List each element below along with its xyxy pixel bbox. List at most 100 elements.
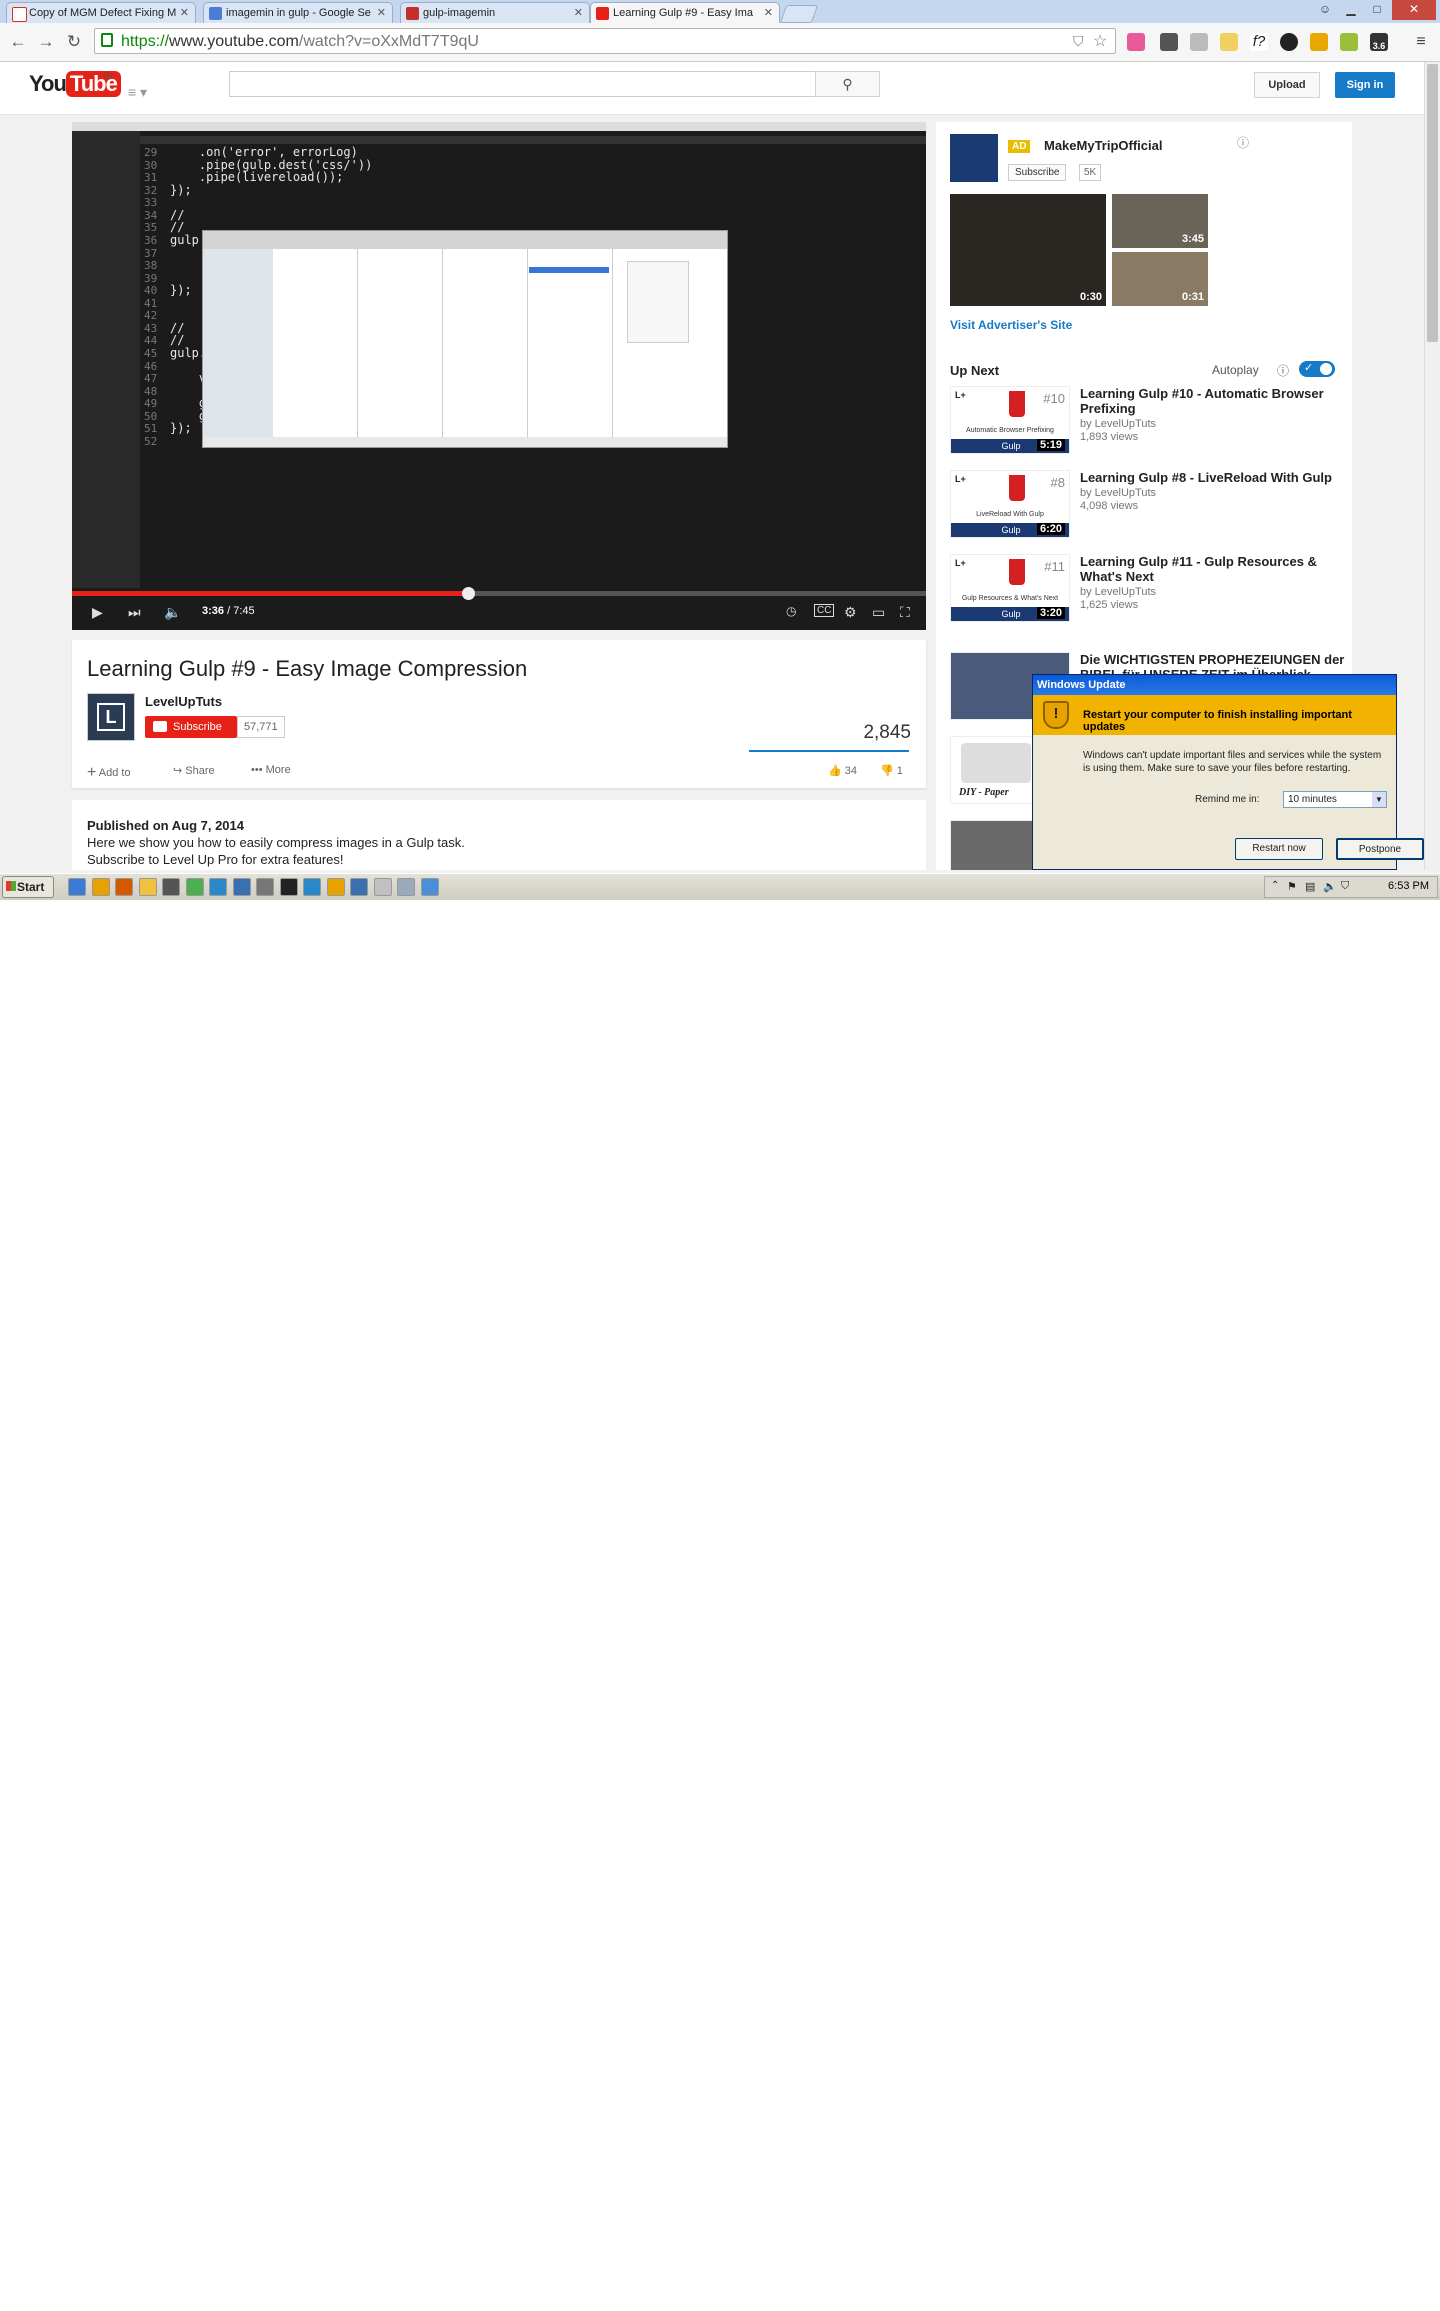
shield-icon[interactable]: ⛉ bbox=[1073, 33, 1084, 50]
dislike-button[interactable]: 👎 1 bbox=[880, 764, 903, 777]
volume-icon[interactable]: 🔈 bbox=[164, 604, 181, 621]
video-player[interactable]: 29 .on('error', errorLog) 30 .pipe(gulp.d… bbox=[72, 122, 926, 630]
taskbar-app-icon[interactable] bbox=[138, 878, 157, 896]
chevron-up-icon[interactable]: ⌃ bbox=[1271, 880, 1279, 891]
extension-icon[interactable] bbox=[1160, 33, 1178, 51]
taskbar-app-icon[interactable] bbox=[185, 878, 204, 896]
remind-interval-select[interactable]: 10 minutes ▼ bbox=[1283, 791, 1387, 808]
badge-icon[interactable]: 3.6 bbox=[1370, 33, 1388, 51]
info-icon[interactable]: ⓘ bbox=[1237, 134, 1249, 151]
channel-avatar[interactable]: L bbox=[87, 693, 135, 741]
taskbar-app-icon[interactable] bbox=[91, 878, 110, 896]
extension-icon[interactable] bbox=[1127, 33, 1145, 51]
taskbar-app-icon[interactable] bbox=[303, 878, 321, 896]
close-icon[interactable]: ✕ bbox=[574, 3, 583, 23]
page-scrollbar[interactable] bbox=[1424, 62, 1440, 870]
back-icon[interactable]: ← bbox=[8, 32, 28, 52]
profile-icon[interactable]: ☺ bbox=[1312, 0, 1338, 20]
flag-icon[interactable]: ⚑ bbox=[1287, 880, 1297, 893]
extension-icon[interactable] bbox=[1190, 33, 1208, 51]
close-icon[interactable]: ✕ bbox=[764, 3, 773, 23]
related-title[interactable]: Learning Gulp #10 - Automatic Browser Pr… bbox=[1080, 386, 1345, 416]
video-frame[interactable]: 29 .on('error', errorLog) 30 .pipe(gulp.d… bbox=[72, 122, 926, 588]
search-button[interactable]: ⚲ bbox=[815, 71, 880, 97]
taskbar-app-icon[interactable] bbox=[162, 878, 180, 896]
taskbar-app-icon[interactable] bbox=[420, 878, 439, 896]
advertiser-name[interactable]: MakeMyTripOfficial bbox=[1044, 138, 1162, 153]
volume-icon[interactable]: 🔈 bbox=[1323, 880, 1337, 893]
channel-name[interactable]: LevelUpTuts bbox=[145, 694, 222, 709]
minimize-button[interactable]: ▁ bbox=[1338, 0, 1364, 20]
reload-icon[interactable]: ↻ bbox=[64, 32, 84, 52]
info-icon[interactable]: ⓘ bbox=[1277, 362, 1289, 379]
fullscreen-icon[interactable]: ⛶ bbox=[900, 604, 910, 621]
related-title[interactable]: Learning Gulp #11 - Gulp Resources & Wha… bbox=[1080, 554, 1345, 584]
play-icon[interactable]: ▶ bbox=[92, 604, 103, 621]
ad-video-thumbnail[interactable]: 0:31 bbox=[1112, 252, 1208, 306]
settings-icon[interactable]: ⚙ bbox=[844, 604, 857, 621]
advertiser-site-link[interactable]: Visit Advertiser's Site bbox=[950, 318, 1072, 332]
taskbar-app-icon[interactable] bbox=[256, 878, 274, 896]
start-button[interactable]: Start bbox=[2, 876, 54, 898]
captions-icon[interactable]: CC bbox=[814, 604, 835, 617]
taskbar-app-icon[interactable] bbox=[68, 878, 86, 896]
progress-scrubber[interactable] bbox=[462, 587, 476, 600]
network-icon[interactable]: ▤ bbox=[1305, 880, 1315, 893]
close-window-button[interactable]: ✕ bbox=[1392, 0, 1436, 20]
next-icon[interactable]: ⏭ bbox=[128, 604, 141, 621]
youtube-logo[interactable]: You Tube IN bbox=[29, 71, 121, 97]
guide-menu-icon[interactable]: ≡ ▾ bbox=[128, 84, 147, 101]
function-icon[interactable]: f? bbox=[1250, 33, 1268, 51]
upload-button[interactable]: Upload bbox=[1254, 72, 1320, 98]
subscribe-button[interactable]: Subscribe bbox=[145, 716, 237, 738]
extension-icon[interactable] bbox=[1280, 33, 1298, 51]
taskbar-app-icon[interactable] bbox=[115, 878, 133, 896]
taskbar-app-icon[interactable] bbox=[373, 878, 392, 896]
related-thumbnail[interactable]: L+ #8 LiveReload With Gulp Gulp 6:20 bbox=[950, 470, 1070, 538]
advertiser-logo[interactable] bbox=[950, 134, 998, 182]
share-button[interactable]: ↪ Share bbox=[173, 764, 215, 777]
star-icon[interactable]: ☆ bbox=[1093, 31, 1107, 51]
forward-icon[interactable]: → bbox=[36, 32, 56, 52]
address-bar[interactable]: https://www.youtube.com/watch?v=oXxMdT7T… bbox=[94, 28, 1116, 54]
related-thumbnail[interactable]: L+ #11 Gulp Resources & What's Next Gulp… bbox=[950, 554, 1070, 622]
autoplay-toggle[interactable]: ✓ bbox=[1299, 361, 1335, 377]
menu-icon[interactable]: ≡ bbox=[1412, 33, 1430, 51]
related-title[interactable]: Learning Gulp #8 - LiveReload With Gulp bbox=[1080, 470, 1345, 485]
theater-mode-icon[interactable]: ▭ bbox=[872, 604, 885, 621]
close-icon[interactable]: ✕ bbox=[180, 3, 189, 23]
browser-tab[interactable]: imagemin in gulp - Google Se ✕ bbox=[203, 2, 393, 23]
close-icon[interactable]: ✕ bbox=[377, 3, 386, 23]
taskbar-app-icon[interactable] bbox=[279, 878, 298, 896]
taskbar-app-icon[interactable] bbox=[209, 878, 227, 896]
related-video[interactable]: L+ #10 Automatic Browser Prefixing Gulp … bbox=[950, 386, 1350, 456]
taskbar-app-icon[interactable] bbox=[326, 878, 345, 896]
extension-icon[interactable] bbox=[1310, 33, 1328, 51]
browser-tab[interactable]: gulp-imagemin ✕ bbox=[400, 2, 590, 23]
ad-subscribe-button[interactable]: Subscribe bbox=[1008, 164, 1067, 181]
add-to-button[interactable]: + Add to bbox=[87, 764, 131, 782]
ad-video-thumbnail[interactable]: 3:45 bbox=[1112, 194, 1208, 248]
related-thumbnail[interactable]: L+ #10 Automatic Browser Prefixing Gulp … bbox=[950, 386, 1070, 454]
android-icon[interactable] bbox=[1340, 33, 1358, 51]
browser-tab-active[interactable]: Learning Gulp #9 - Easy Ima ✕ bbox=[590, 2, 780, 23]
scrollbar-thumb[interactable] bbox=[1427, 64, 1438, 342]
maximize-button[interactable]: □ bbox=[1364, 0, 1390, 20]
chevron-down-icon[interactable]: ▼ bbox=[1372, 792, 1386, 807]
update-icon[interactable]: ⛉ bbox=[1341, 880, 1349, 893]
progress-bar[interactable] bbox=[72, 587, 926, 600]
more-button[interactable]: ••• More bbox=[251, 764, 291, 776]
related-video[interactable]: L+ #8 LiveReload With Gulp Gulp 6:20 Lea… bbox=[950, 470, 1350, 540]
postpone-button[interactable]: Postpone bbox=[1336, 838, 1424, 860]
watch-later-icon[interactable]: ◷ bbox=[786, 604, 796, 618]
extension-icon[interactable] bbox=[1220, 33, 1238, 51]
taskbar-app-icon[interactable] bbox=[350, 878, 368, 896]
restart-now-button[interactable]: Restart now bbox=[1235, 838, 1323, 860]
ad-video-thumbnail[interactable]: 0:30 bbox=[950, 194, 1106, 306]
signin-button[interactable]: Sign in bbox=[1335, 72, 1395, 98]
related-video[interactable]: L+ #11 Gulp Resources & What's Next Gulp… bbox=[950, 554, 1350, 624]
taskbar-app-icon[interactable] bbox=[397, 878, 415, 896]
search-input[interactable] bbox=[229, 71, 816, 97]
browser-tab[interactable]: Copy of MGM Defect Fixing M ✕ bbox=[6, 2, 196, 23]
taskbar-app-icon[interactable] bbox=[232, 878, 251, 896]
